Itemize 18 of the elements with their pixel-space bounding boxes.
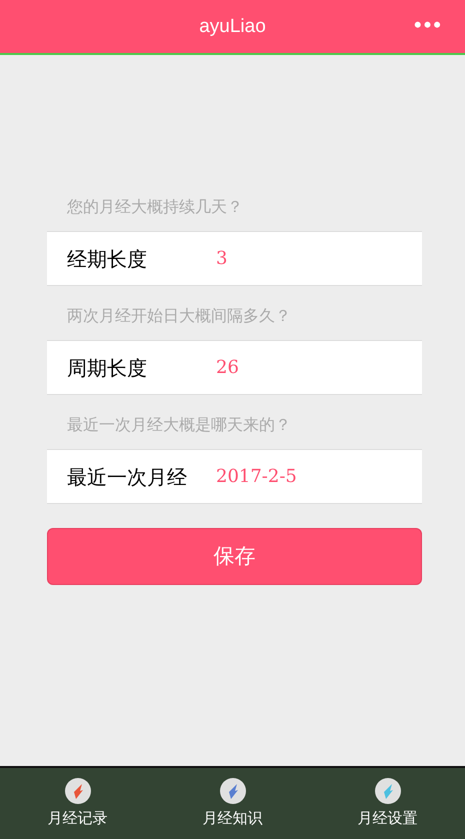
- input-field[interactable]: 3: [216, 245, 396, 272]
- field-label: 最近一次月经: [67, 464, 188, 490]
- icon-background: [220, 778, 246, 804]
- question-text: 最近一次月经大概是哪天来的？: [66, 414, 292, 436]
- tab-bar-item[interactable]: 月经记录: [0, 768, 155, 839]
- icon-background: [374, 778, 400, 804]
- icon-background: [64, 778, 90, 804]
- field-label: 经期长度: [67, 246, 148, 272]
- tab-bar-item[interactable]: 月经设置: [310, 768, 465, 839]
- save-button[interactable]: 保存: [47, 528, 422, 585]
- input-field[interactable]: 26: [216, 354, 396, 381]
- input-field[interactable]: 2017-2-5: [216, 463, 396, 490]
- tab-bar-item[interactable]: 月经知识: [155, 768, 310, 839]
- question-text: 您的月经大概持续几天？: [66, 196, 244, 218]
- more-menu-button[interactable]: •••: [414, 0, 443, 50]
- field-label: 周期长度: [67, 354, 148, 382]
- question-text: 两次月经开始日大概间隔多久？: [66, 305, 292, 327]
- app-title: ayuLiao: [199, 15, 266, 39]
